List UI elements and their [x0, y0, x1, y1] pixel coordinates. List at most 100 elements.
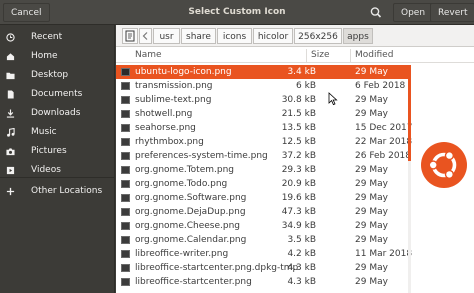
file-name: sublime-text.png: [135, 95, 212, 105]
image-file-icon: [121, 96, 130, 104]
sidebar-item-home[interactable]: Home: [0, 47, 115, 66]
file-name: org.gnome.Software.png: [135, 193, 247, 203]
file-row[interactable]: org.gnome.DejaDup.png 47.3 kB 29 May: [116, 205, 408, 219]
file-size: 47.3 kB: [281, 207, 316, 217]
file-size: 30.8 kB: [281, 95, 316, 105]
sidebar-divider: [0, 177, 115, 178]
file-name: shotwell.png: [135, 109, 193, 119]
search-icon: [370, 7, 382, 18]
column-size[interactable]: Size: [311, 50, 329, 60]
sidebar-item-other-locations[interactable]: Other Locations: [0, 182, 115, 201]
scrollbar-thumb[interactable]: [408, 65, 411, 161]
sidebar-item-label: Downloads: [31, 108, 81, 118]
sidebar-item-label: Other Locations: [31, 186, 103, 196]
column-modified[interactable]: Modified: [355, 50, 393, 60]
file-row[interactable]: preferences-system-time.png 37.2 kB 26 Feb…: [116, 149, 412, 163]
open-button[interactable]: Open: [393, 3, 434, 22]
file-modified: 29 May: [355, 179, 388, 189]
file-name: libreoffice-startcenter.png: [135, 277, 252, 287]
sidebar-item-downloads[interactable]: Downloads: [0, 104, 115, 123]
icon-preview: [412, 63, 474, 293]
image-file-icon: [121, 124, 130, 132]
image-file-icon: [121, 138, 130, 146]
file-size: 34.9 kB: [281, 221, 316, 231]
path-segment-usr[interactable]: usr: [153, 28, 180, 44]
image-file-icon: [121, 250, 130, 258]
image-file-icon: [121, 194, 130, 202]
file-name: ubuntu-logo-icon.png: [135, 67, 232, 77]
download-icon: [6, 109, 15, 118]
sidebar-item-label: Desktop: [31, 70, 69, 80]
file-row[interactable]: org.gnome.Todo.png 20.9 kB 29 May: [116, 177, 408, 191]
file-modified: 29 May: [355, 95, 388, 105]
file-row[interactable]: shotwell.png 21.5 kB 29 May: [116, 107, 408, 121]
home-icon: [6, 53, 15, 61]
column-header: Name Size Modified: [116, 49, 474, 63]
file-modified: 29 May: [355, 67, 388, 77]
scrollbar[interactable]: [408, 65, 411, 293]
file-row[interactable]: seahorse.png 13.5 kB 15 Dec 2017: [116, 121, 413, 135]
column-divider: [350, 49, 351, 63]
sidebar-item-label: Pictures: [31, 146, 67, 156]
file-row[interactable]: libreoffice-startcenter.png 4.3 kB 29 May: [116, 275, 408, 289]
file-name: org.gnome.Totem.png: [135, 165, 235, 175]
sidebar-item-label: Recent: [31, 32, 63, 42]
file-modified: 29 May: [355, 235, 388, 245]
file-name: org.gnome.Calendar.png: [135, 235, 247, 245]
file-row[interactable]: libreoffice-writer.png 4.2 kB 11 Mar 2018: [116, 247, 412, 261]
image-file-icon: [121, 68, 130, 76]
chevron-left-icon: [142, 32, 148, 40]
file-size: 6 kB: [296, 81, 316, 91]
image-file-icon: [121, 180, 130, 188]
file-row[interactable]: org.gnome.Calendar.png 3.5 kB 29 May: [116, 233, 408, 247]
file-row[interactable]: rhythmbox.png 12.5 kB 22 Mar 2018: [116, 135, 412, 149]
file-row[interactable]: org.gnome.Cheese.png 34.9 kB 29 May: [116, 219, 408, 233]
path-left-arrow[interactable]: [139, 28, 152, 44]
image-file-icon: [121, 110, 130, 118]
image-file-icon: [121, 208, 130, 216]
sidebar-item-documents[interactable]: Documents: [0, 85, 115, 104]
file-row[interactable]: org.gnome.Software.png 19.6 kB 29 May: [116, 191, 408, 205]
path-segment-share[interactable]: share: [181, 28, 216, 44]
file-row[interactable]: transmission.png 6 kB 6 Feb 2018: [116, 79, 408, 93]
file-row[interactable]: sublime-text.png 30.8 kB 29 May: [116, 93, 408, 107]
folder-icon: [6, 72, 15, 80]
file-modified: 22 Mar 2018: [355, 137, 413, 147]
file-size: 12.5 kB: [281, 137, 316, 147]
file-row[interactable]: libreoffice-startcenter.png.dpkg-tmp 4.3 …: [116, 261, 408, 275]
file-size: 37.2 kB: [281, 151, 316, 161]
plus-icon: [6, 187, 15, 196]
document-icon: [7, 90, 14, 99]
image-file-icon: [121, 236, 130, 244]
file-modified: 26 Feb 2018: [355, 151, 412, 161]
search-button[interactable]: [365, 3, 387, 22]
file-name: org.gnome.DejaDup.png: [135, 207, 246, 217]
places-sidebar: Recent Home Desktop Documents Downloads …: [0, 25, 115, 293]
path-segment-icons[interactable]: icons: [217, 28, 252, 44]
file-size: 3.4 kB: [287, 67, 316, 77]
image-file-icon: [121, 222, 130, 230]
revert-button[interactable]: Revert: [430, 3, 474, 22]
path-segment-apps[interactable]: apps: [343, 28, 373, 44]
file-modified: 29 May: [355, 277, 388, 287]
file-modified: 29 May: [355, 109, 388, 119]
sidebar-item-desktop[interactable]: Desktop: [0, 66, 115, 85]
sidebar-item-label: Music: [31, 127, 57, 137]
column-name[interactable]: Name: [135, 50, 162, 60]
ubuntu-logo-icon: [421, 142, 467, 188]
path-segment-hicolor[interactable]: hicolor: [253, 28, 293, 44]
column-divider: [306, 49, 307, 63]
path-segment-256x256[interactable]: 256x256: [294, 28, 342, 44]
path-toggle-button[interactable]: [122, 28, 138, 44]
sidebar-item-recent[interactable]: Recent: [0, 28, 115, 47]
file-row-selected[interactable]: ubuntu-logo-icon.png 3.4 kB 29 May: [116, 65, 408, 79]
file-size: 13.5 kB: [281, 123, 316, 133]
sidebar-item-pictures[interactable]: Pictures: [0, 142, 115, 161]
sidebar-item-music[interactable]: Music: [0, 123, 115, 142]
file-row[interactable]: org.gnome.Totem.png 29.3 kB 29 May: [116, 163, 408, 177]
image-file-icon: [121, 82, 130, 90]
cancel-button[interactable]: Cancel: [3, 3, 50, 22]
file-size: 4.3 kB: [287, 277, 316, 287]
clock-icon: [6, 33, 15, 42]
header-bar: Cancel Select Custom Icon Open Revert: [0, 0, 474, 25]
